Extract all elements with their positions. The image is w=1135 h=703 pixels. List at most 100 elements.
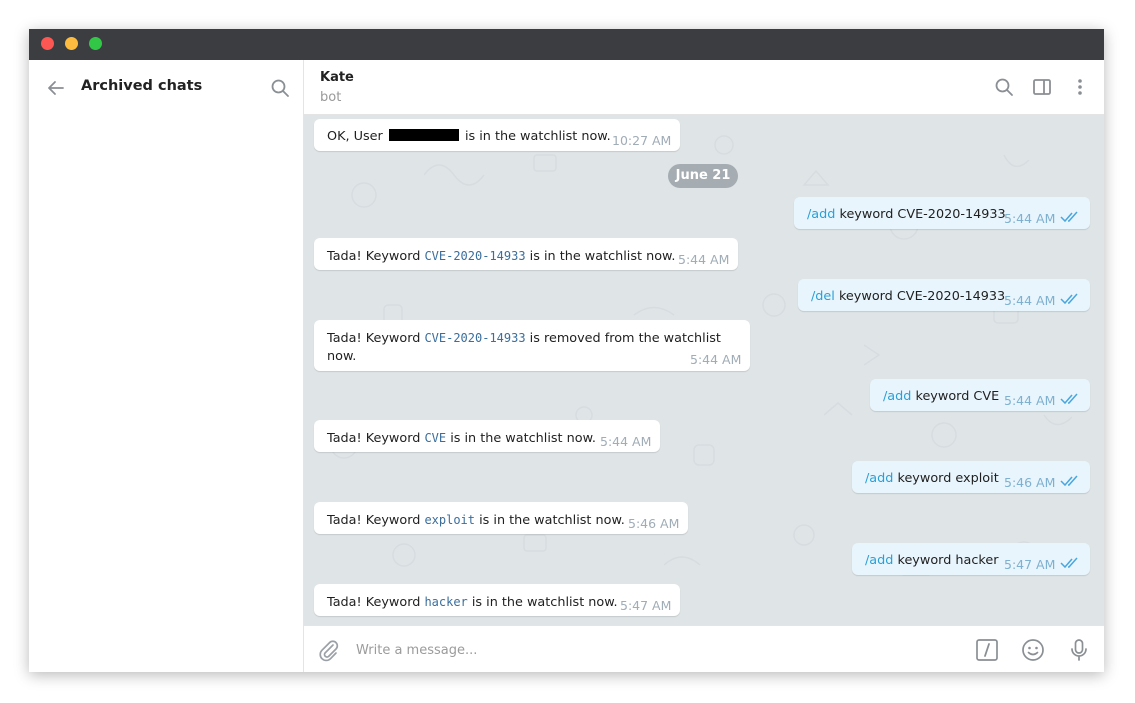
message-text-part: is in the watchlist now. bbox=[471, 595, 618, 610]
message-text-part: Tada! Keyword bbox=[327, 595, 421, 610]
message-outgoing[interactable]: /add keyword CVE 5:44 AM bbox=[870, 379, 1090, 411]
date-separator: June 21 bbox=[668, 164, 738, 188]
message-outgoing[interactable]: /add keyword hacker 5:47 AM bbox=[852, 543, 1090, 575]
double-check-icon bbox=[1060, 211, 1078, 223]
message-outgoing[interactable]: /del keyword CVE-2020-14933 5:44 AM bbox=[798, 279, 1090, 311]
message-input[interactable] bbox=[354, 638, 958, 662]
message-incoming[interactable]: Tada! Keyword CVE is in the watchlist no… bbox=[314, 420, 660, 452]
message-incoming[interactable]: OK, User is in the watchlist now. 10:27 … bbox=[314, 119, 680, 151]
message-text-part: keyword CVE bbox=[915, 389, 1000, 404]
keyword-code: CVE bbox=[424, 431, 447, 445]
message-outgoing[interactable]: /add keyword CVE-2020-14933 5:44 AM bbox=[794, 197, 1090, 229]
close-window-button[interactable] bbox=[41, 37, 54, 50]
title-bar bbox=[29, 29, 1104, 60]
message-text-part: keyword CVE-2020-14933 bbox=[839, 207, 1006, 222]
message-text: OK, User is in the watchlist now. bbox=[327, 128, 611, 146]
message-time: 5:46 AM bbox=[1004, 475, 1056, 490]
more-options-button[interactable] bbox=[1069, 76, 1091, 98]
message-time: 5:44 AM bbox=[690, 352, 742, 367]
sidebar-toggle-icon bbox=[1033, 79, 1051, 95]
bot-commands-button[interactable] bbox=[975, 638, 999, 662]
message-text-part: keyword hacker bbox=[897, 553, 999, 568]
bot-command-link[interactable]: /del bbox=[811, 289, 835, 304]
message-incoming[interactable]: Tada! Keyword exploit is in the watchlis… bbox=[314, 502, 688, 534]
minimize-window-button[interactable] bbox=[65, 37, 78, 50]
search-icon bbox=[271, 79, 289, 97]
paperclip-icon bbox=[319, 640, 339, 662]
message-text-part: now. bbox=[327, 349, 357, 364]
message-text-part: is removed from the watchlist bbox=[529, 331, 721, 346]
message-time: 5:44 AM bbox=[1004, 393, 1056, 408]
message-text: /del keyword CVE-2020-14933 bbox=[811, 288, 1005, 306]
bot-command-link[interactable]: /add bbox=[883, 389, 911, 404]
message-incoming[interactable]: Tada! Keyword CVE-2020-14933 is in the w… bbox=[314, 238, 738, 270]
double-check-icon bbox=[1060, 393, 1078, 405]
message-text-part: Tada! Keyword bbox=[327, 249, 421, 264]
message-time: 5:47 AM bbox=[1004, 557, 1056, 572]
message-text-part: is in the watchlist now. bbox=[450, 431, 596, 446]
message-time: 5:44 AM bbox=[600, 434, 652, 449]
maximize-window-button[interactable] bbox=[89, 37, 102, 50]
message-time: 5:46 AM bbox=[628, 516, 680, 531]
message-outgoing[interactable]: /add keyword exploit 5:46 AM bbox=[852, 461, 1090, 493]
message-text: Tada! Keyword exploit is in the watchlis… bbox=[327, 511, 625, 530]
emoji-icon bbox=[1022, 639, 1044, 661]
message-time: 5:44 AM bbox=[678, 252, 730, 267]
redacted-username bbox=[388, 129, 459, 141]
message-incoming[interactable]: Tada! Keyword hacker is in the watchlist… bbox=[314, 584, 680, 616]
message-text-part: Tada! Keyword bbox=[327, 331, 421, 346]
message-text-part: Tada! Keyword bbox=[327, 431, 421, 446]
search-chat-button[interactable] bbox=[993, 76, 1015, 98]
keyword-code: exploit bbox=[424, 513, 476, 527]
message-time: 5:44 AM bbox=[1004, 211, 1056, 226]
app-window: Archived chats Kate bot OK, User is in t… bbox=[29, 29, 1104, 672]
message-text: Tada! Keyword CVE-2020-14933 is in the w… bbox=[327, 247, 675, 266]
message-text-part: is in the watchlist now. bbox=[464, 129, 611, 144]
message-text: /add keyword exploit bbox=[865, 470, 999, 488]
emoji-button[interactable] bbox=[1021, 638, 1045, 662]
message-text: /add keyword CVE-2020-14933 bbox=[807, 206, 1006, 224]
message-text-part: keyword exploit bbox=[897, 471, 999, 486]
double-check-icon bbox=[1060, 557, 1078, 569]
bot-command-link[interactable]: /add bbox=[865, 471, 893, 486]
arrow-left-icon bbox=[48, 81, 64, 95]
search-archived-button[interactable] bbox=[269, 77, 291, 99]
message-text: Tada! Keyword hacker is in the watchlist… bbox=[327, 593, 618, 612]
peer-name[interactable]: Kate bbox=[320, 70, 354, 85]
search-icon bbox=[995, 78, 1013, 96]
message-text-part: Tada! Keyword bbox=[327, 513, 421, 528]
message-text-part: is in the watchlist now. bbox=[479, 513, 625, 528]
attach-button[interactable] bbox=[316, 638, 340, 662]
message-time: 10:27 AM bbox=[612, 133, 672, 148]
message-text: /add keyword CVE bbox=[883, 388, 999, 406]
message-text-part: keyword CVE-2020-14933 bbox=[838, 289, 1006, 304]
double-check-icon bbox=[1060, 293, 1078, 305]
message-text-part: OK, User bbox=[327, 129, 383, 144]
voice-message-button[interactable] bbox=[1067, 638, 1091, 662]
message-time: 5:47 AM bbox=[620, 598, 672, 613]
back-button[interactable] bbox=[45, 77, 67, 99]
keyword-code: CVE-2020-14933 bbox=[424, 249, 526, 263]
archived-chats-panel: Archived chats bbox=[29, 60, 304, 672]
microphone-icon bbox=[1071, 639, 1087, 661]
more-vertical-icon bbox=[1078, 79, 1082, 95]
double-check-icon bbox=[1060, 475, 1078, 487]
message-time: 5:44 AM bbox=[1004, 293, 1056, 308]
message-incoming[interactable]: Tada! Keyword CVE-2020-14933 is removed … bbox=[314, 320, 750, 371]
message-composer bbox=[304, 625, 1104, 672]
keyword-code: CVE-2020-14933 bbox=[424, 331, 526, 345]
bot-command-link[interactable]: /add bbox=[865, 553, 893, 568]
message-text-part: is in the watchlist now. bbox=[529, 249, 676, 264]
panel-title: Archived chats bbox=[81, 78, 203, 94]
bot-command-link[interactable]: /add bbox=[807, 207, 835, 222]
keyword-code: hacker bbox=[424, 595, 468, 609]
message-list[interactable]: OK, User is in the watchlist now. 10:27 … bbox=[304, 115, 1104, 625]
message-text: Tada! Keyword CVE-2020-14933 is removed … bbox=[327, 329, 721, 366]
message-text: Tada! Keyword CVE is in the watchlist no… bbox=[327, 429, 596, 448]
chat-header: Kate bot bbox=[304, 60, 1104, 115]
archived-chats-header: Archived chats bbox=[29, 60, 303, 114]
slash-commands-icon bbox=[976, 639, 998, 661]
message-text: /add keyword hacker bbox=[865, 552, 999, 570]
sidebar-toggle-button[interactable] bbox=[1031, 76, 1053, 98]
peer-status: bot bbox=[320, 90, 342, 105]
